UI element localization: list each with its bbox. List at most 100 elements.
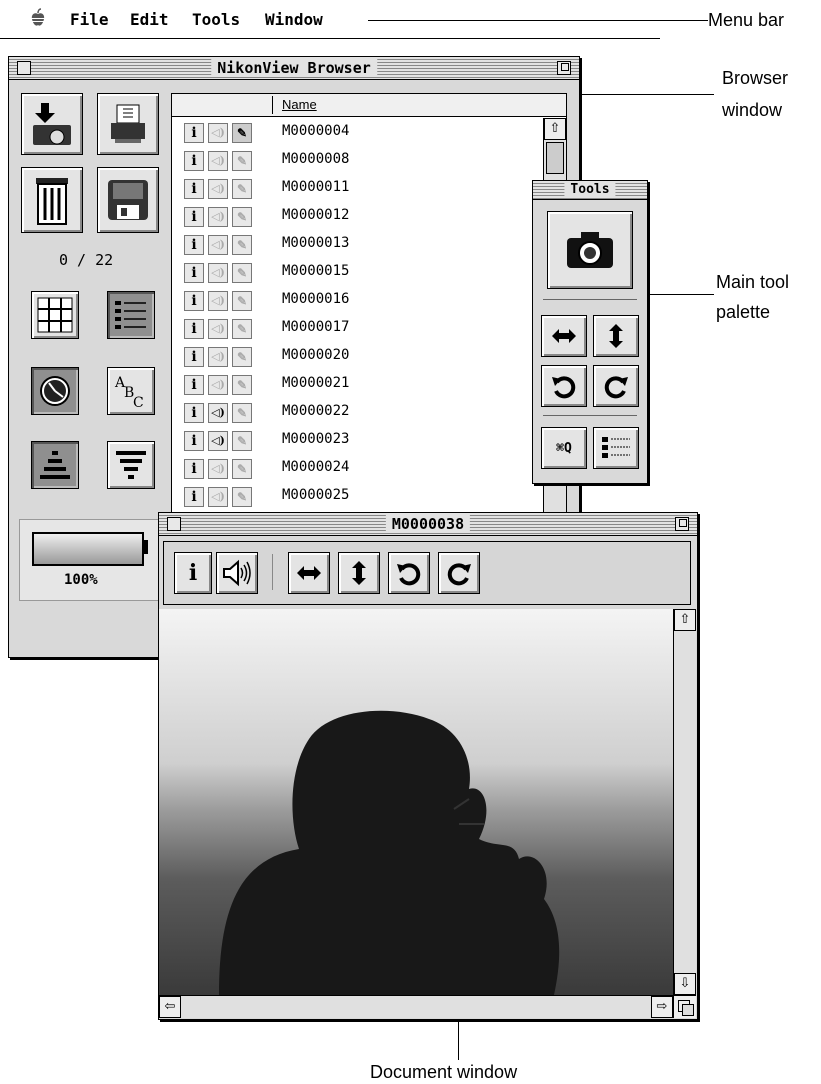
list-item[interactable]: i ◁) ✎ M0000021 — [172, 370, 532, 398]
list-item[interactable]: i ◁) ✎ M0000004 — [172, 118, 532, 146]
pencil-icon[interactable]: ✎ — [232, 487, 252, 507]
pencil-icon[interactable]: ✎ — [232, 375, 252, 395]
sort-by-date-button[interactable] — [31, 367, 79, 415]
sound-icon[interactable]: ◁) — [208, 207, 228, 227]
doc-scroll-down-arrow[interactable]: ⇩ — [674, 973, 696, 995]
sound-icon[interactable]: ◁) — [208, 375, 228, 395]
scroll-thumb[interactable] — [546, 142, 564, 174]
apple-icon[interactable] — [30, 8, 46, 28]
menu-window[interactable]: Window — [265, 10, 323, 29]
print-button[interactable] — [97, 93, 159, 155]
list-item[interactable]: i ◁) ✎ M0000013 — [172, 230, 532, 258]
list-item[interactable]: i ◁) ✎ M0000023 — [172, 426, 532, 454]
pencil-icon[interactable]: ✎ — [232, 319, 252, 339]
list-item[interactable]: i ◁) ✎ M0000011 — [172, 174, 532, 202]
menu-edit[interactable]: Edit — [130, 10, 169, 29]
rotate-left-button[interactable] — [541, 365, 587, 407]
info-icon[interactable]: i — [184, 347, 204, 367]
info-icon[interactable]: i — [184, 151, 204, 171]
list-item[interactable]: i ◁) ✎ M0000022 — [172, 398, 532, 426]
sound-icon[interactable]: ◁) — [208, 319, 228, 339]
list-view-button[interactable] — [107, 291, 155, 339]
info-button[interactable]: i — [174, 552, 212, 594]
file-info-button[interactable] — [593, 427, 639, 469]
flip-horizontal-button[interactable] — [541, 315, 587, 357]
document-close-box[interactable] — [167, 517, 181, 531]
list-item[interactable]: i ◁) ✎ M0000008 — [172, 146, 532, 174]
flip-vertical-button[interactable] — [593, 315, 639, 357]
sound-icon[interactable]: ◁) — [208, 263, 228, 283]
trash-button[interactable] — [21, 167, 83, 233]
camera-button[interactable] — [547, 211, 633, 289]
sound-icon[interactable]: ◁) — [208, 179, 228, 199]
info-icon[interactable]: i — [184, 403, 204, 423]
list-item[interactable]: i ◁) ✎ M0000012 — [172, 202, 532, 230]
pencil-icon[interactable]: ✎ — [232, 235, 252, 255]
pencil-icon[interactable]: ✎ — [232, 123, 252, 143]
sound-icon[interactable]: ◁) — [208, 459, 228, 479]
pencil-icon[interactable]: ✎ — [232, 347, 252, 367]
document-horizontal-scrollbar[interactable]: ⇦ ⇨ — [159, 995, 673, 1018]
menu-file[interactable]: File — [70, 10, 109, 29]
info-icon[interactable]: i — [184, 375, 204, 395]
list-item[interactable]: i ◁) ✎ M0000017 — [172, 314, 532, 342]
scroll-up-arrow[interactable]: ⇧ — [544, 118, 566, 140]
sound-icon[interactable]: ◁) — [208, 123, 228, 143]
doc-flip-horizontal-button[interactable] — [288, 552, 330, 594]
info-icon[interactable]: i — [184, 123, 204, 143]
info-icon[interactable]: i — [184, 431, 204, 451]
quit-button[interactable]: ⌘Q — [541, 427, 587, 469]
pencil-icon[interactable]: ✎ — [232, 179, 252, 199]
doc-flip-vertical-button[interactable] — [338, 552, 380, 594]
sound-icon[interactable]: ◁) — [208, 235, 228, 255]
browser-close-box[interactable] — [17, 61, 31, 75]
info-icon[interactable]: i — [184, 179, 204, 199]
doc-rotate-left-button[interactable] — [388, 552, 430, 594]
pencil-icon[interactable]: ✎ — [232, 403, 252, 423]
sound-icon[interactable]: ◁) — [208, 347, 228, 367]
browser-title-bar[interactable]: NikonView Browser — [9, 57, 579, 80]
list-item[interactable]: i ◁) ✎ M0000024 — [172, 454, 532, 482]
rotate-right-button[interactable] — [593, 365, 639, 407]
info-icon[interactable]: i — [184, 263, 204, 283]
pencil-icon[interactable]: ✎ — [232, 431, 252, 451]
list-item[interactable]: i ◁) ✎ M0000025 — [172, 482, 532, 510]
sort-by-name-button[interactable]: A B C — [107, 367, 155, 415]
info-icon[interactable]: i — [184, 207, 204, 227]
list-item[interactable]: i ◁) ✎ M0000015 — [172, 258, 532, 286]
info-icon[interactable]: i — [184, 235, 204, 255]
sort-ascending-button[interactable] — [31, 441, 79, 489]
doc-scroll-right-arrow[interactable]: ⇨ — [651, 996, 673, 1018]
list-item[interactable]: i ◁) ✎ M0000016 — [172, 286, 532, 314]
info-icon[interactable]: i — [184, 487, 204, 507]
doc-rotate-right-button[interactable] — [438, 552, 480, 594]
pencil-icon[interactable]: ✎ — [232, 459, 252, 479]
save-button[interactable] — [97, 167, 159, 233]
sound-icon[interactable]: ◁) — [208, 151, 228, 171]
sound-button[interactable] — [216, 552, 258, 594]
sound-icon[interactable]: ◁) — [208, 431, 228, 451]
sound-icon[interactable]: ◁) — [208, 403, 228, 423]
column-header-name[interactable]: Name — [282, 97, 317, 112]
document-vertical-scrollbar[interactable]: ⇧ ⇩ — [673, 609, 696, 995]
browser-zoom-box[interactable] — [557, 61, 571, 75]
info-icon[interactable]: i — [184, 291, 204, 311]
resize-box[interactable] — [673, 995, 696, 1018]
menu-tools[interactable]: Tools — [192, 10, 240, 29]
pencil-icon[interactable]: ✎ — [232, 263, 252, 283]
thumbnail-view-button[interactable] — [31, 291, 79, 339]
pencil-icon[interactable]: ✎ — [232, 151, 252, 171]
sound-icon[interactable]: ◁) — [208, 291, 228, 311]
info-icon[interactable]: i — [184, 459, 204, 479]
sort-descending-button[interactable] — [107, 441, 155, 489]
doc-scroll-left-arrow[interactable]: ⇦ — [159, 996, 181, 1018]
pencil-icon[interactable]: ✎ — [232, 291, 252, 311]
info-icon[interactable]: i — [184, 319, 204, 339]
tools-title-bar[interactable]: Tools — [533, 181, 647, 200]
document-zoom-box[interactable] — [675, 517, 689, 531]
pencil-icon[interactable]: ✎ — [232, 207, 252, 227]
sound-icon[interactable]: ◁) — [208, 487, 228, 507]
download-camera-button[interactable] — [21, 93, 83, 155]
document-title-bar[interactable]: M0000038 — [159, 513, 697, 536]
list-item[interactable]: i ◁) ✎ M0000020 — [172, 342, 532, 370]
